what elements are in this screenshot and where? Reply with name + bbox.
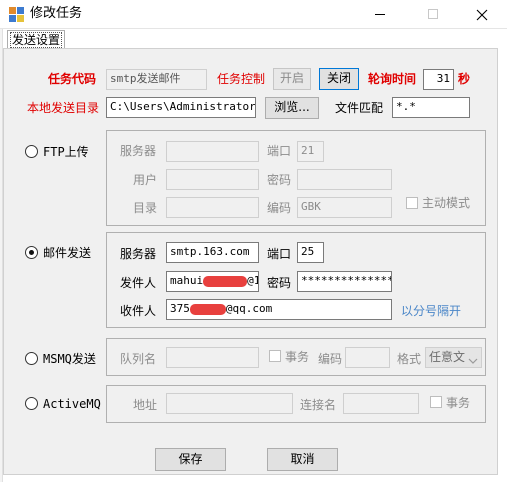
- sender-input[interactable]: mahui @1: [166, 271, 259, 292]
- address-input[interactable]: [166, 393, 293, 414]
- local-dir-input[interactable]: C:\Users\Administrator\D: [106, 97, 256, 118]
- start-button[interactable]: 开启: [273, 68, 311, 90]
- task-code-field[interactable]: smtp发送邮件: [106, 69, 207, 90]
- queue-name-input[interactable]: [166, 347, 259, 368]
- ftp-encoding-label: 编码: [267, 201, 292, 215]
- sender-value-suffix: @1: [247, 274, 258, 287]
- ftp-server-input[interactable]: [166, 141, 259, 162]
- separator-hint: 以分号隔开: [401, 304, 462, 318]
- mail-server-value: smtp.163.com: [170, 245, 250, 258]
- ftp-radio[interactable]: FTP上传: [25, 144, 110, 160]
- ftp-port-input[interactable]: 21: [297, 141, 324, 162]
- task-code-value: smtp发送邮件: [110, 72, 181, 85]
- poll-interval-label: 轮询时间: [368, 72, 417, 86]
- app-icon: [9, 7, 24, 22]
- ftp-password-input[interactable]: [297, 169, 392, 190]
- recipient-value-suffix: @qq.com: [225, 302, 273, 315]
- poll-interval-input[interactable]: 31: [423, 69, 454, 90]
- sender-label: 发件人: [120, 276, 157, 290]
- active-mode-label: 主动模式: [422, 196, 471, 210]
- recipient-input[interactable]: 375 @qq.com: [166, 299, 392, 320]
- mail-password-label: 密码: [267, 276, 292, 290]
- task-control-label: 任务控制: [217, 72, 266, 86]
- file-match-input[interactable]: *.*: [392, 97, 470, 118]
- msmq-radio-label: MSMQ发送: [43, 352, 96, 366]
- msmq-transaction-label: 事务: [285, 350, 310, 364]
- msmq-encoding-input[interactable]: [345, 347, 390, 368]
- recipient-redaction: [189, 303, 226, 315]
- save-button[interactable]: 保存: [155, 448, 226, 471]
- mail-radio[interactable]: 邮件发送: [25, 245, 110, 261]
- mail-port-input[interactable]: 25: [297, 242, 324, 263]
- active-mode-checkbox[interactable]: [406, 197, 418, 209]
- ftp-dir-input[interactable]: [166, 197, 259, 218]
- recipient-label: 收件人: [120, 304, 157, 318]
- activemq-radio-button[interactable]: [25, 397, 38, 410]
- ftp-encoding-value: GBK: [301, 200, 321, 213]
- file-match-value: *.*: [396, 100, 416, 113]
- local-dir-value: C:\Users\Administrator\D: [110, 100, 256, 113]
- mail-password-value: ***************: [301, 274, 392, 287]
- ftp-server-label: 服务器: [120, 144, 157, 158]
- tab-label: 发送设置: [9, 32, 62, 48]
- mail-radio-button[interactable]: [25, 246, 38, 259]
- ftp-port-label: 端口: [267, 144, 292, 158]
- mail-server-label: 服务器: [120, 247, 157, 261]
- queue-name-label: 队列名: [120, 352, 157, 366]
- sender-value-prefix: mahui: [170, 274, 204, 287]
- activemq-radio[interactable]: ActiveMQ: [25, 396, 110, 412]
- ftp-dir-label: 目录: [133, 201, 158, 215]
- close-window-icon[interactable]: [472, 5, 492, 25]
- activemq-radio-label: ActiveMQ: [43, 397, 101, 411]
- ftp-encoding-input[interactable]: GBK: [297, 197, 392, 218]
- chevron-down-icon: [468, 354, 478, 364]
- minimize-icon[interactable]: [375, 14, 385, 15]
- browse-button[interactable]: 浏览...: [265, 97, 319, 119]
- format-select-value: 任意文: [429, 350, 466, 364]
- msmq-encoding-label: 编码: [318, 352, 343, 366]
- mail-server-input[interactable]: smtp.163.com: [166, 242, 259, 263]
- ftp-radio-label: FTP上传: [43, 145, 89, 159]
- activemq-group: [106, 385, 486, 423]
- activemq-transaction-checkbox[interactable]: [430, 396, 442, 408]
- poll-interval-value: 31: [436, 72, 450, 85]
- ftp-group: [106, 130, 486, 226]
- window-title: 修改任务: [30, 6, 83, 21]
- connection-name-label: 连接名: [300, 398, 337, 412]
- ftp-user-label: 用户: [133, 173, 158, 187]
- msmq-radio-button[interactable]: [25, 352, 38, 365]
- file-match-label: 文件匹配: [335, 101, 384, 115]
- title-bar: 修改任务: [0, 0, 507, 29]
- mail-password-input[interactable]: ***************: [297, 271, 392, 292]
- ftp-user-input[interactable]: [166, 169, 259, 190]
- mail-port-value: 25: [301, 245, 315, 258]
- ftp-password-label: 密码: [267, 173, 292, 187]
- format-label: 格式: [397, 352, 422, 366]
- recipient-value-prefix: 375: [170, 302, 190, 315]
- address-label: 地址: [133, 398, 158, 412]
- cancel-button[interactable]: 取消: [267, 448, 338, 471]
- local-dir-label: 本地发送目录: [27, 101, 100, 115]
- close-task-button[interactable]: 关闭: [319, 68, 359, 90]
- task-code-label: 任务代码: [48, 72, 97, 86]
- activemq-transaction-label: 事务: [446, 396, 471, 410]
- ftp-radio-button[interactable]: [25, 145, 38, 158]
- sender-redaction: [203, 275, 248, 287]
- poll-unit-label: 秒: [458, 72, 471, 86]
- msmq-transaction-checkbox[interactable]: [269, 350, 281, 362]
- tab-send-settings[interactable]: 发送设置: [7, 30, 65, 49]
- mail-radio-label: 邮件发送: [43, 246, 92, 260]
- mail-port-label: 端口: [267, 247, 292, 261]
- connection-name-input[interactable]: [343, 393, 419, 414]
- maximize-icon: [428, 9, 438, 19]
- msmq-radio[interactable]: MSMQ发送: [25, 351, 110, 367]
- ftp-port-value: 21: [301, 144, 315, 157]
